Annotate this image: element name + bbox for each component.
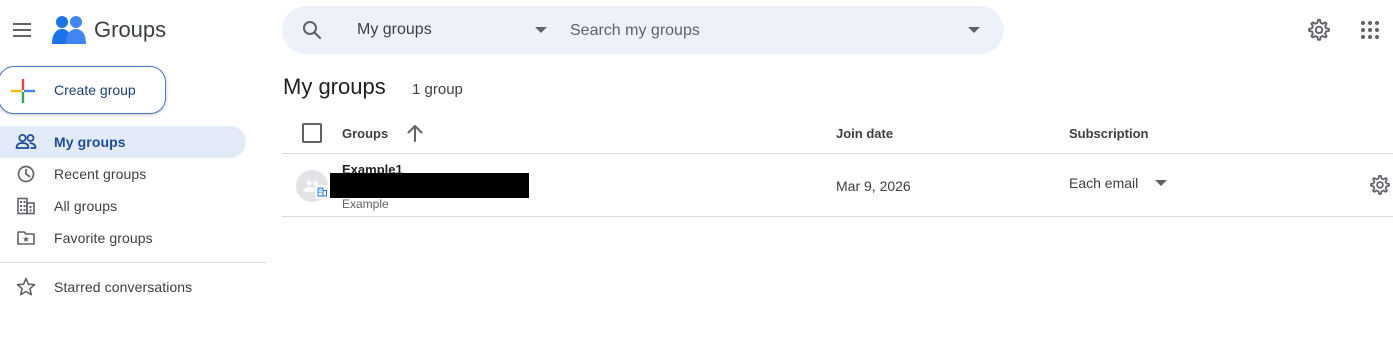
menu-bar — [13, 35, 31, 37]
subscription-select[interactable]: Each email — [1069, 170, 1179, 194]
column-header-groups[interactable]: Groups — [342, 126, 388, 141]
settings-gear-icon[interactable] — [1307, 18, 1331, 42]
join-date: Mar 9, 2026 — [836, 178, 911, 194]
sidebar-item-label: All groups — [54, 198, 118, 214]
sidebar-item-all-groups[interactable]: All groups — [0, 190, 246, 222]
main-menu-button[interactable] — [8, 14, 36, 46]
people-icon — [15, 133, 37, 149]
create-group-label: Create group — [54, 82, 136, 98]
sidebar-item-my-groups[interactable]: My groups — [0, 126, 246, 158]
organization-badge-icon — [315, 185, 329, 199]
plus-icon — [11, 79, 35, 103]
groups-logo-icon — [52, 16, 86, 44]
group-settings-gear-icon[interactable] — [1369, 174, 1391, 196]
sidebar-item-favorite-groups[interactable]: Favorite groups — [0, 222, 246, 254]
apps-grid-icon[interactable] — [1359, 19, 1381, 41]
caret-down-icon — [1155, 180, 1167, 186]
create-group-button[interactable]: Create group — [0, 66, 166, 114]
caret-down-icon — [535, 27, 547, 33]
sort-ascending-arrow-icon[interactable] — [404, 122, 426, 144]
group-count: 1 group — [412, 81, 463, 98]
search-scope-select[interactable]: My groups — [357, 6, 547, 54]
sidebar-item-label: Starred conversations — [54, 279, 193, 295]
search-input[interactable] — [570, 20, 950, 42]
sidebar-divider — [0, 262, 266, 263]
search-options-caret-icon[interactable] — [968, 27, 980, 33]
search-scope-label: My groups — [357, 21, 432, 38]
sidebar-item-label: Favorite groups — [54, 230, 153, 246]
building-icon — [17, 197, 35, 215]
page-title: My groups — [283, 74, 386, 99]
app-title: Groups — [94, 17, 167, 42]
subscription-value: Each email — [1069, 175, 1139, 191]
app-logo[interactable]: Groups — [52, 14, 166, 46]
group-description: Example — [342, 197, 389, 211]
star-folder-icon — [17, 231, 35, 245]
redacted-email — [330, 173, 529, 198]
sidebar-item-recent-groups[interactable]: Recent groups — [0, 158, 246, 190]
clock-icon — [17, 165, 35, 183]
sidebar-item-starred-conversations[interactable]: Starred conversations — [0, 271, 246, 303]
row-divider — [282, 216, 1393, 217]
menu-bar — [13, 23, 31, 25]
column-header-join-date: Join date — [836, 126, 894, 141]
sidebar-item-label: Recent groups — [54, 166, 147, 182]
search-icon[interactable] — [300, 18, 324, 42]
star-icon — [16, 277, 36, 296]
search-bar: My groups — [282, 6, 1004, 54]
sidebar-item-label: My groups — [54, 134, 126, 150]
column-header-subscription: Subscription — [1069, 126, 1149, 141]
select-all-checkbox[interactable] — [302, 123, 322, 143]
menu-bar — [13, 29, 31, 31]
